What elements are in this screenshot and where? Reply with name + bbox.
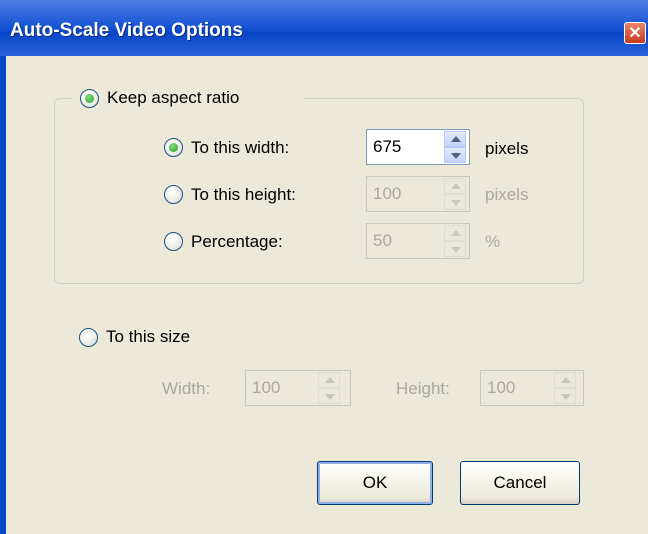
spin-up-icon[interactable] bbox=[318, 372, 340, 388]
width-unit: pixels bbox=[485, 139, 529, 158]
size-height-label: Height: bbox=[396, 379, 450, 398]
to-height-radio[interactable] bbox=[164, 185, 183, 204]
title-bar[interactable]: Auto-Scale Video Options ✕ bbox=[0, 0, 648, 56]
cancel-button[interactable]: Cancel bbox=[460, 461, 580, 505]
spin-down-icon[interactable] bbox=[554, 388, 576, 404]
to-size-radio[interactable] bbox=[79, 328, 98, 347]
spin-up-icon[interactable] bbox=[554, 372, 576, 388]
spin-down-icon[interactable] bbox=[444, 241, 466, 257]
spin-up-icon[interactable] bbox=[444, 225, 466, 241]
window-border bbox=[0, 56, 6, 534]
spin-down-icon[interactable] bbox=[318, 388, 340, 404]
height-spinner[interactable] bbox=[444, 178, 466, 210]
percentage-label: Percentage: bbox=[191, 232, 283, 251]
to-size-label: To this size bbox=[106, 327, 191, 346]
height-unit: pixels bbox=[485, 185, 529, 204]
to-width-radio[interactable] bbox=[164, 138, 183, 157]
auto-scale-dialog: Auto-Scale Video Options ✕ Keep aspect r… bbox=[0, 0, 648, 534]
size-height-spinner[interactable] bbox=[554, 372, 576, 404]
window-title: Auto-Scale Video Options bbox=[10, 20, 243, 41]
close-icon[interactable]: ✕ bbox=[624, 22, 646, 44]
spin-down-icon[interactable] bbox=[444, 194, 466, 210]
percentage-radio[interactable] bbox=[164, 232, 183, 251]
spin-down-icon[interactable] bbox=[444, 147, 466, 163]
percentage-spinner[interactable] bbox=[444, 225, 466, 257]
to-height-label: To this height: bbox=[191, 185, 296, 204]
width-spinner[interactable] bbox=[444, 131, 466, 163]
size-width-label: Width: bbox=[162, 379, 211, 398]
keep-aspect-label: Keep aspect ratio bbox=[107, 88, 240, 107]
spin-up-icon[interactable] bbox=[444, 131, 466, 147]
keep-aspect-radio[interactable] bbox=[80, 89, 99, 108]
to-width-label: To this width: bbox=[191, 138, 290, 157]
percentage-unit: % bbox=[485, 232, 501, 251]
ok-button[interactable]: OK bbox=[317, 461, 433, 505]
size-width-spinner[interactable] bbox=[318, 372, 340, 404]
spin-up-icon[interactable] bbox=[444, 178, 466, 194]
